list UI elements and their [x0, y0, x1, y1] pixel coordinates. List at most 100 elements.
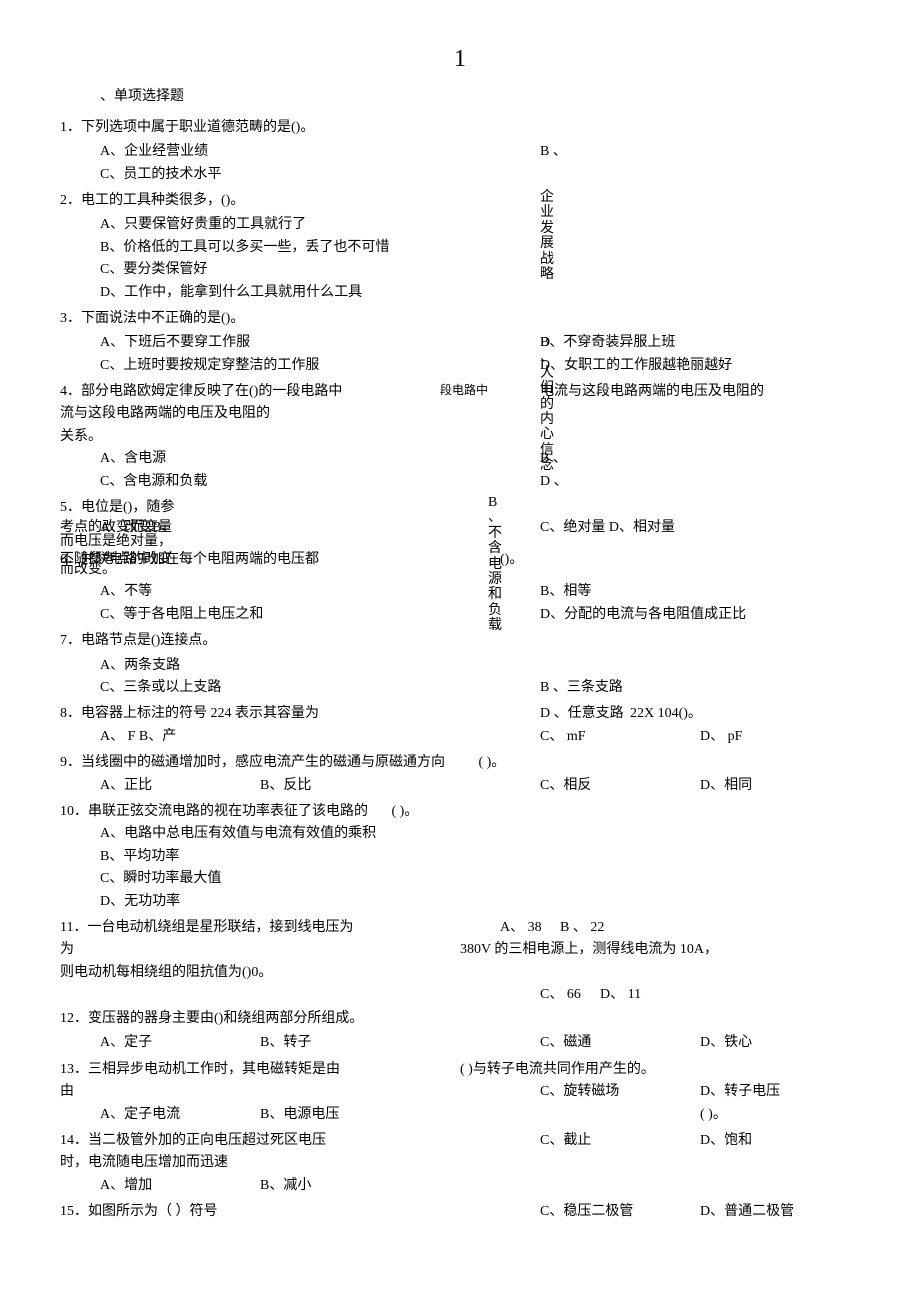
q2-text: 2．电工的工具种类很多，()。	[60, 190, 860, 212]
question-1: 1．下列选项中属于职业道德范畴的是()。 A、企业经营业绩 B 、 C、员工的技…	[60, 117, 860, 186]
q15-opt-d: D、普通二极管	[700, 1201, 794, 1223]
q13-opt-b: B、电源电压	[260, 1104, 339, 1126]
q5-l5: 而改变。	[60, 563, 860, 577]
q3-opt-c: C、上班时要按规定穿整洁的工作服	[100, 358, 319, 373]
q12-opt-b: B、转子	[260, 1032, 311, 1054]
q8-text: 8．电容器上标注的符号 224 表示其容量为	[60, 706, 319, 721]
question-2: 2．电工的工具种类很多，()。 A、只要保管好贵重的工具就行了 B、价格低的工具…	[60, 190, 860, 304]
q13-opt-c: C、旋转磁场	[540, 1081, 619, 1103]
garbled-vertical-text-1: 企业发展战略	[540, 190, 554, 282]
q8-suffix: 22X 104()。	[630, 703, 702, 725]
question-15: 15．如图所示为（ ）符号 C、稳压二极管 D、普通二极管	[60, 1201, 860, 1223]
q5-opt-c: C、绝对量 D、相对量	[540, 521, 675, 535]
q10-opt-b: B、平均功率	[100, 846, 860, 868]
q10-blank: ( )。	[392, 804, 419, 819]
q14-text-a: 14．当二极管外加的正向电压超过死区电压	[60, 1133, 326, 1148]
q9-opt-a: A、正比	[100, 778, 152, 793]
q14-opt-d: D、饱和	[700, 1130, 752, 1152]
q5-l2a: 考点的改变而变量	[60, 521, 172, 535]
q12-opt-d: D、铁心	[700, 1032, 752, 1054]
q9-blank: ( )。	[479, 755, 506, 770]
q4-text3: 关系。	[60, 426, 860, 448]
q3-opt-b: B、不穿奇装异服上班	[540, 332, 675, 354]
vt1: 企业发展战略	[540, 190, 554, 282]
q7-opt-a: A、两条支路	[100, 655, 860, 677]
q9-opt-b: B、反比	[260, 775, 311, 797]
q14-opt-a: A、增加	[100, 1178, 152, 1193]
q9-text: 9．当线圈中的磁通增加时，感应电流产生的磁通与原磁通方向	[60, 755, 445, 770]
q12-text: 12．变压器的器身主要由()和绕组两部分所组成。	[60, 1008, 860, 1030]
q6-opt-d: D、分配的电流与各电阻值成正比	[540, 604, 746, 626]
q7-opt-c: C、三条或以上支路	[100, 680, 221, 695]
q12-opt-a: A、定子	[100, 1035, 152, 1050]
q7-opt-d: D 、任意支路	[540, 703, 624, 725]
q8-opt-a: A、 F	[100, 729, 135, 744]
question-14: 14．当二极管外加的正向电压超过死区电压 C、截止 D、饱和 时，电流随电压增加…	[60, 1130, 860, 1197]
q14-opt-b: B、减小	[260, 1175, 311, 1197]
question-6: 不随参考点的改变 6．并联电路中加在每个电阻两端的电压都 ()。 而改变。 A、…	[60, 553, 860, 626]
q8-opt-d: D、 pF	[700, 726, 742, 748]
q1-opt-c: C、员工的技术水平	[100, 167, 221, 182]
q4-text1: 4．部分电路欧姆定律反映了在()的一段电路中	[60, 384, 342, 399]
q13-blank: ( )与转子电流共同作用产生的。	[460, 1059, 655, 1081]
q5-text: 5．电位是()，随参	[60, 497, 860, 519]
q10-opt-a: A、电路中总电压有效值与电流有效值的乘积	[100, 823, 860, 845]
q13-by: 由	[60, 1084, 74, 1099]
q10-text: 10．串联正弦交流电路的视在功率表征了该电路的	[60, 804, 368, 819]
q11-t1: 11．一台电动机绕组是星形联结，接到线电压为	[60, 920, 353, 935]
q2-opt-d: D、工作中，能拿到什么工具就用什么工具	[100, 282, 860, 304]
q7-text: 7．电路节点是()连接点。	[60, 630, 860, 652]
q11-opt-c: C、 66	[540, 984, 581, 1006]
q2-opt-c: C、要分类保管好	[100, 259, 860, 281]
q4-text2: 流与这段电路两端的电压及电阻的	[60, 403, 860, 425]
q4-mid: 段电路中	[440, 381, 488, 400]
q14-blank: ( )。	[700, 1104, 727, 1126]
q11-t1b: 为	[60, 942, 74, 957]
question-13: 13．三相异步电动机工作时，其电磁转矩是由 ( )与转子电流共同作用产生的。 由…	[60, 1059, 860, 1126]
q13-opt-d: D、转子电压	[700, 1081, 780, 1103]
q13-opt-a: A、定子电流	[100, 1107, 180, 1122]
question-8: 8．电容器上标注的符号 224 表示其容量为 D 、任意支路 22X 104()…	[60, 703, 860, 748]
q10-opt-d: D、无功功率	[100, 891, 860, 913]
q8-opt-b: B、产	[139, 729, 176, 744]
q4-opt-d-lbl: D 、	[540, 471, 568, 493]
q4-opt-a: A、含电源	[100, 451, 166, 466]
question-7: 7．电路节点是()连接点。 A、两条支路 C、三条或以上支路 B 、三条支路	[60, 630, 860, 699]
q6-opt-b: B、相等	[540, 581, 591, 603]
q1-opt-a: A、企业经营业绩	[100, 144, 208, 159]
question-3: 3．下面说法中不正确的是()。 A、下班后不要穿工作服 B、不穿奇装异服上班 C…	[60, 308, 860, 377]
q13-text: 13．三相异步电动机工作时，其电磁转矩是由	[60, 1062, 340, 1077]
q9-opt-d: D、相同	[700, 775, 752, 797]
q11-opt-b: B 、 22	[560, 917, 604, 939]
q15-opt-c: C、稳压二极管	[540, 1201, 633, 1223]
q1-opt-b-label: B 、	[540, 141, 567, 163]
q5-l3: 而电压是绝对量，	[60, 535, 860, 549]
q4-opt-b-lbl: B 、	[540, 448, 567, 470]
q12-opt-c: C、磁通	[540, 1032, 591, 1054]
q3-text: 3．下面说法中不正确的是()。	[60, 308, 860, 330]
q2-opt-a: A、只要保管好贵重的工具就行了	[100, 214, 860, 236]
q2-opt-b: B、价格低的工具可以多买一些，丢了也不可惜	[100, 237, 860, 259]
question-4: 4．部分电路欧姆定律反映了在()的一段电路中 段电路中 电流与这段电路两端的电压…	[60, 381, 860, 493]
q15-text: 15．如图所示为（ ）符号	[60, 1204, 218, 1219]
question-9: 9．当线圈中的磁通增加时，感应电流产生的磁通与原磁通方向 ( )。 A、正比 B…	[60, 752, 860, 797]
question-12: 12．变压器的器身主要由()和绕组两部分所组成。 A、定子 B、转子 C、磁通 …	[60, 1008, 860, 1055]
q6-opt-c: C、等于各电阻上电压之和	[100, 607, 263, 622]
q11-t3: 则电动机每相绕组的阻抗值为()0。	[60, 962, 860, 984]
q11-t2: 380V 的三相电源上，测得线电流为 10A，	[460, 939, 718, 961]
q11-opt-a: A、 38	[500, 917, 542, 939]
question-5: 5．电位是()，随参 考点的改变而变量 A、改变B、 C、绝对量 D、相对量 而…	[60, 497, 860, 549]
q7-opt-b: B 、三条支路	[540, 677, 623, 699]
q3-opt-d: D、女职工的工作服越艳丽越好	[540, 355, 732, 377]
question-10: 10．串联正弦交流电路的视在功率表征了该电路的 ( )。 A、电路中总电压有效值…	[60, 801, 860, 913]
q8-opt-c: C、 mF	[540, 726, 586, 748]
q14-opt-c: C、截止	[540, 1130, 591, 1152]
q11-opt-d: D、 11	[600, 984, 641, 1006]
q1-text: 1．下列选项中属于职业道德范畴的是()。	[60, 117, 860, 139]
q4-right: 电流与这段电路两端的电压及电阻的	[540, 381, 764, 403]
q4-opt-c: C、含电源和负载	[100, 474, 207, 489]
q3-opt-a: A、下班后不要穿工作服	[100, 335, 250, 350]
q14-text-b: 时，电流随电压增加而迅速	[60, 1152, 860, 1174]
q6-opt-a: A、不等	[100, 584, 152, 599]
question-11: 11．一台电动机绕组是星形联结，接到线电压为 A、 38 B 、 22 为 38…	[60, 917, 860, 1004]
